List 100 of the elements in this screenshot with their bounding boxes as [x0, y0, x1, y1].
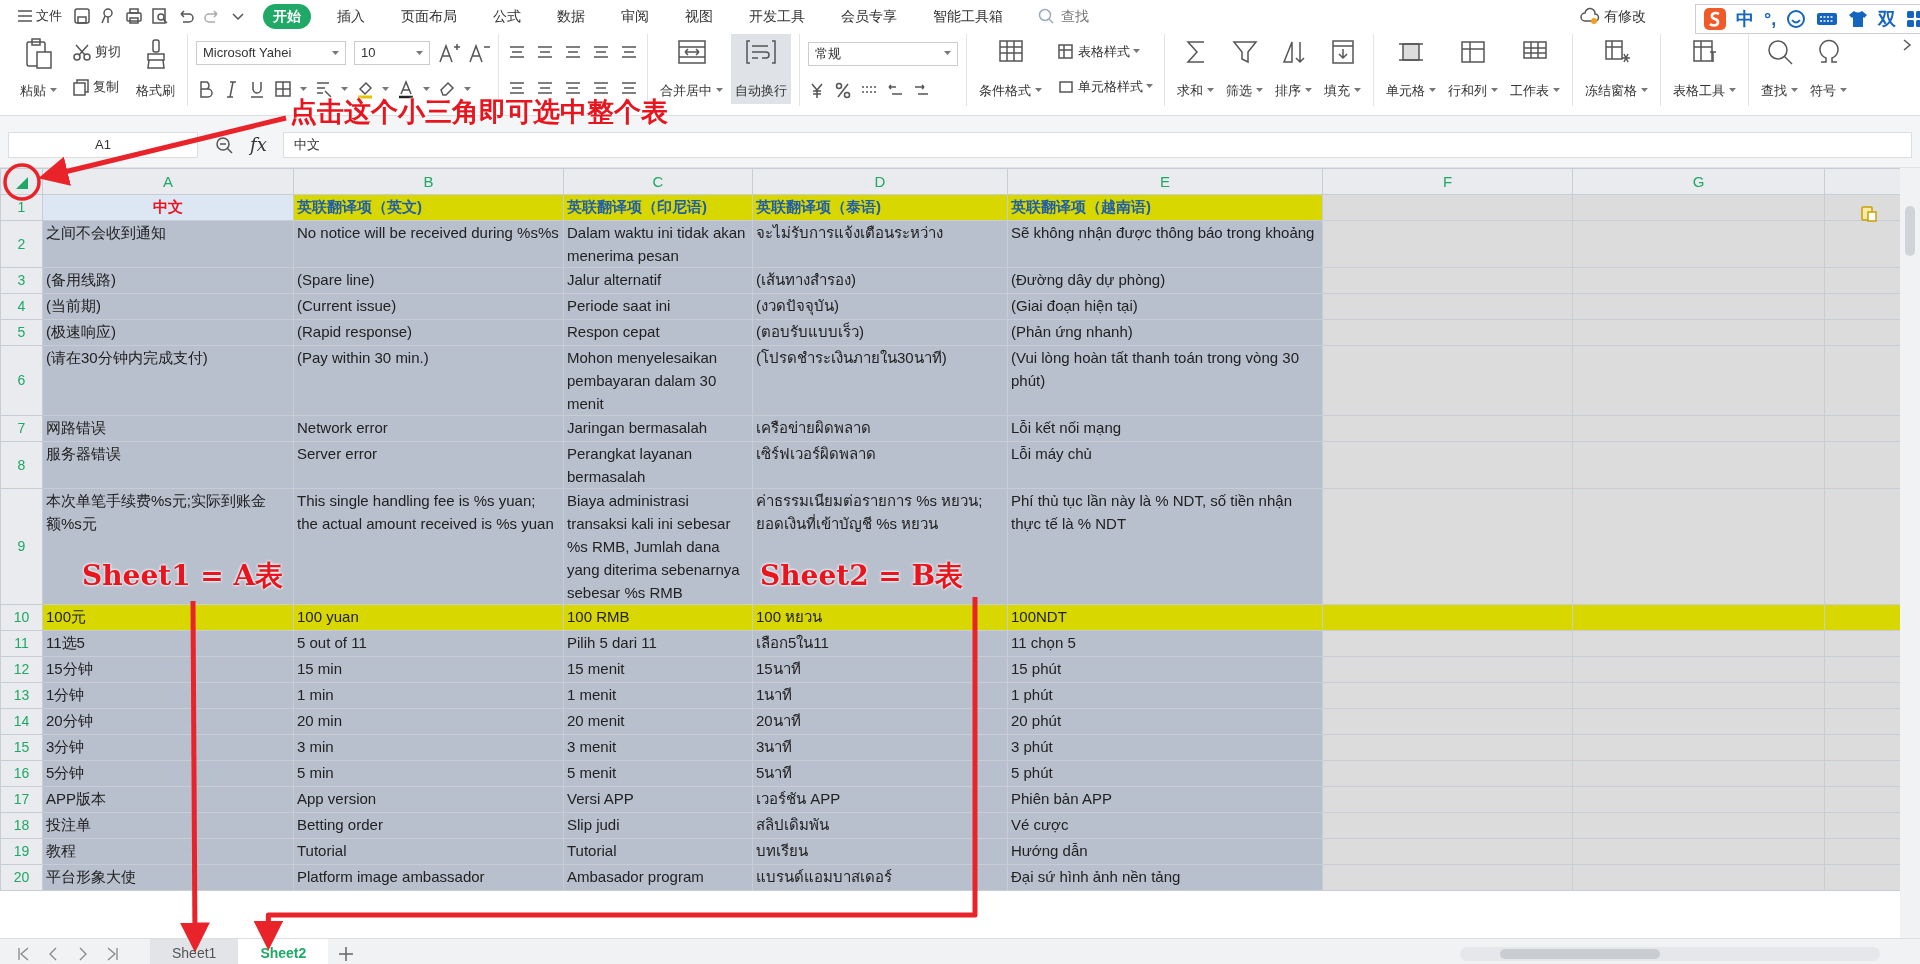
caret-icon[interactable] [423, 86, 430, 92]
grid-icon[interactable] [1906, 10, 1920, 28]
name-box[interactable]: A1 [8, 131, 198, 158]
menu-tab[interactable]: 页面布局 [391, 3, 467, 29]
caret-icon[interactable] [1791, 87, 1798, 93]
table-grid-icon[interactable] [996, 38, 1025, 64]
underline-icon[interactable] [248, 79, 266, 99]
border-icon[interactable] [274, 79, 292, 99]
ime-item[interactable]: 中 [1736, 5, 1754, 33]
undo-icon[interactable] [177, 7, 195, 25]
file-menu[interactable]: 文件 [14, 4, 65, 28]
chevron-right-icon[interactable] [1902, 38, 1912, 53]
caret-icon[interactable] [464, 86, 471, 92]
cut-button[interactable]: 剪切 [69, 39, 124, 64]
caret-icon[interactable] [944, 51, 951, 56]
caret-icon[interactable] [416, 50, 423, 56]
preview-icon[interactable] [151, 7, 169, 25]
caret-icon[interactable] [1429, 87, 1436, 93]
caret-icon[interactable] [1491, 87, 1498, 93]
caret-icon[interactable] [1641, 87, 1648, 93]
align-left-icon[interactable] [563, 79, 583, 97]
last-sheet-icon[interactable] [106, 945, 120, 962]
fill-color-icon[interactable] [356, 79, 374, 99]
keyboard-icon[interactable] [1816, 11, 1839, 27]
caret-icon[interactable] [1133, 49, 1140, 54]
vertical-scrollbar[interactable] [1900, 168, 1920, 938]
menu-icon[interactable] [17, 9, 33, 23]
table-style-button[interactable]: 表格样式 [1054, 39, 1156, 64]
menu-tab[interactable]: 插入 [327, 3, 375, 29]
sort-button[interactable]: 排序 [1271, 34, 1316, 104]
caret-icon[interactable] [1553, 87, 1560, 93]
table-tools-button[interactable]: 表格工具 [1669, 34, 1740, 104]
freeze-panes-button[interactable]: 冻结窗格 [1581, 34, 1652, 104]
shirt-icon[interactable] [1848, 9, 1869, 29]
copy-icon[interactable] [72, 77, 90, 96]
menu-tab[interactable]: 智能工具箱 [923, 3, 1013, 29]
caret-icon[interactable] [50, 87, 57, 93]
paste-button[interactable]: 粘贴 [16, 34, 61, 104]
add-sheet-icon[interactable] [338, 945, 355, 962]
first-sheet-icon[interactable] [16, 945, 30, 962]
filter-icon[interactable] [1230, 38, 1259, 66]
ime-item[interactable]: °, [1764, 5, 1777, 33]
smiley-icon[interactable] [1786, 9, 1807, 29]
caret-icon[interactable] [382, 86, 389, 92]
scissors-icon[interactable] [72, 42, 92, 61]
find-button[interactable]: 查找 [1757, 34, 1802, 104]
align-left-icon[interactable] [507, 79, 527, 97]
percent-icon[interactable] [834, 80, 852, 99]
fill-button[interactable]: 填充 [1320, 34, 1365, 104]
rows-columns-icon[interactable] [1459, 38, 1487, 66]
align-left-icon[interactable] [535, 79, 555, 97]
save-icon[interactable] [73, 7, 91, 25]
align-top-icon[interactable] [535, 43, 555, 61]
caret-icon[interactable] [1256, 87, 1263, 93]
menu-tab[interactable]: 开发工具 [739, 3, 815, 29]
align-top-icon[interactable] [563, 43, 583, 61]
menu-tab[interactable]: 视图 [675, 3, 723, 29]
caret-icon[interactable] [1354, 87, 1361, 93]
rows-columns-button[interactable]: 行和列 [1444, 34, 1502, 104]
caret-icon[interactable] [1305, 87, 1312, 93]
eraser-icon[interactable] [438, 79, 456, 99]
filter-button[interactable]: 筛选 [1222, 34, 1267, 104]
print-icon[interactable] [125, 7, 143, 25]
decrease-font-icon[interactable] [468, 42, 490, 64]
menu-tab[interactable]: 公式 [483, 3, 531, 29]
menu-tab[interactable]: 会员专享 [831, 3, 907, 29]
search-icon[interactable] [1765, 38, 1794, 66]
font-color-icon[interactable] [397, 79, 415, 99]
align-left-icon[interactable] [591, 79, 611, 97]
redo-icon[interactable] [203, 7, 221, 25]
sum-button[interactable]: 求和 [1173, 34, 1218, 104]
wrap-text-icon[interactable] [746, 38, 776, 66]
font-size-field[interactable]: 10 [354, 41, 430, 65]
caret-icon[interactable] [1729, 87, 1736, 93]
menu-tab[interactable]: 数据 [547, 3, 595, 29]
wrap-text-button[interactable]: 自动换行 [731, 34, 791, 104]
caret-icon[interactable] [716, 87, 723, 93]
cell-button[interactable]: 单元格 [1382, 34, 1440, 104]
input-method-logo-icon[interactable] [1704, 8, 1726, 30]
caret-icon[interactable] [300, 86, 307, 92]
caret-icon[interactable] [332, 50, 339, 56]
corner-triangle-icon[interactable] [15, 177, 28, 190]
menu-tab[interactable]: 审阅 [611, 3, 659, 29]
cell-style-button[interactable]: 单元格样式 [1054, 74, 1156, 99]
align-top-icon[interactable] [507, 43, 527, 61]
ime-item[interactable]: 双 [1878, 5, 1897, 33]
caret-icon[interactable] [1035, 87, 1042, 93]
worksheet-button[interactable]: 工作表 [1506, 34, 1564, 104]
conditional-format-button[interactable]: 条件格式 [975, 34, 1046, 104]
symbol-button[interactable]: 符号 [1806, 34, 1851, 104]
function-label[interactable]: fx [250, 131, 267, 158]
cloud-icon[interactable] [1580, 7, 1600, 25]
caret-icon[interactable] [341, 86, 348, 92]
caret-icon[interactable] [1840, 87, 1847, 93]
zoom-icon[interactable] [214, 134, 234, 155]
format-painter-button[interactable]: 格式刷 [132, 34, 179, 104]
merge-cells-icon[interactable] [676, 38, 707, 66]
caret-icon[interactable] [1146, 84, 1153, 89]
paste-options-icon[interactable] [1860, 204, 1878, 222]
clipboard-icon[interactable] [24, 38, 53, 70]
